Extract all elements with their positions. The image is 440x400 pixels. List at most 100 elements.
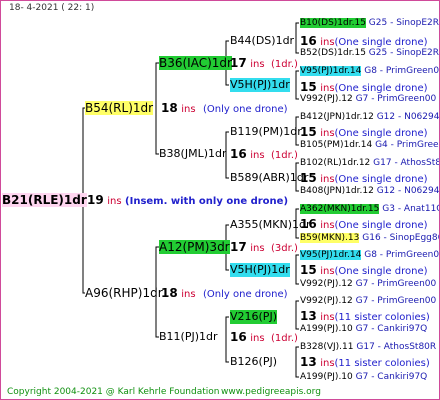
ins-count: 16	[230, 330, 247, 344]
ins-note: (One single drone)	[334, 266, 428, 277]
gen2-insemination: 17 ins (3dr.)	[230, 240, 298, 256]
root-ins-note: (Insem. with only one drone)	[125, 196, 289, 207]
gen4-queen[interactable]: A199(PJ).10 G7 - Cankiri97Q	[300, 370, 427, 384]
gen4-queen[interactable]: B412(JPN)1dr.12 G12 - N06294R	[300, 110, 440, 124]
gen4-lineage: G12 - N06294R	[376, 112, 440, 122]
gen2-insemination: 16 ins (1dr.)	[230, 330, 298, 346]
ins-note: (1dr.)	[271, 333, 298, 344]
footer-copyright: Copyright 2004-2021 @ Karl Kehrle Founda…	[7, 387, 220, 397]
gen3-queen[interactable]: A355(MKN)1dr	[230, 218, 311, 232]
footer-site-link[interactable]: www.pedigreeapis.org	[221, 387, 321, 397]
gen4-queen[interactable]: V992(PJ).12 G7 - PrimGreen00	[300, 294, 436, 308]
gen3-queen[interactable]: V216(PJ)	[230, 310, 277, 324]
gen4-lineage: G7 - PrimGreen00	[355, 279, 437, 289]
gen4-lineage: G16 - SinopEgg86R	[362, 233, 439, 243]
ins-note: (One single drone)	[334, 220, 428, 231]
sire-insemination: 18 ins (Only one drone)	[161, 101, 288, 117]
ins-count: 15	[300, 125, 317, 139]
ins-count: 18	[161, 286, 178, 300]
gen4-queen[interactable]: V992(PJ).12 G7 - PrimGreen00	[300, 277, 436, 291]
gen4-lineage: G25 - SinopE2R	[368, 18, 439, 28]
gen2-queen[interactable]: B11(PJ)1dr	[159, 330, 218, 344]
gen4-queen-name: B105(PM)1dr.14	[300, 140, 373, 150]
gen4-queen[interactable]: V992(PJ).12 G7 - PrimGreen00	[300, 92, 436, 106]
ins-label: ins	[250, 243, 265, 254]
gen4-queen-name: V95(PJ)1dr.14	[300, 250, 362, 260]
ins-count: 18	[161, 101, 178, 115]
gen4-queen[interactable]: A199(PJ).10 G7 - Cankiri97Q	[300, 322, 427, 336]
gen3-queen[interactable]: V5H(PJ)1dr	[230, 78, 290, 92]
gen2-queen[interactable]: B36(IAC)1dr	[159, 56, 232, 70]
gen2-queen[interactable]: B38(JML)1dr	[159, 147, 227, 161]
ins-note: (Only one drone)	[203, 289, 288, 300]
ins-count: 16	[230, 147, 247, 161]
gen4-lineage: G4 - PrimGreen00	[375, 140, 439, 150]
gen4-queen-name: B52(DS)1dr.15	[300, 48, 366, 58]
ins-label: ins	[250, 333, 265, 344]
gen4-lineage: G17 - AthosSt80R	[373, 158, 439, 168]
gen4-queen[interactable]: B10(DS)1dr.15 G25 - SinopE2R	[300, 16, 439, 30]
gen4-lineage: G8 - PrimGreen00	[364, 66, 440, 76]
gen3-insemination: 13 ins(11 sister colonies)	[300, 355, 430, 371]
ins-note: (Only one drone)	[203, 104, 288, 115]
gen3-queen[interactable]: B44(DS)1dr	[230, 34, 294, 48]
ins-count: 15	[300, 171, 317, 185]
ins-note: (11 sister colonies)	[334, 358, 430, 369]
gen4-lineage: G25 - SinopE2R	[368, 48, 439, 58]
gen4-lineage: G12 - N06294R	[376, 186, 440, 196]
gen4-queen[interactable]: B105(PM)1dr.14 G4 - PrimGreen00	[300, 138, 439, 152]
gen3-queen[interactable]: V5H(PJ)1dr	[230, 263, 290, 277]
gen2-queen[interactable]: A12(PM)3dr	[159, 240, 230, 254]
gen3-queen[interactable]: B589(ABR)1dr	[230, 171, 308, 185]
gen4-queen[interactable]: V95(PJ)1dr.14 G8 - PrimGreen00	[300, 64, 440, 78]
gen3-queen[interactable]: B119(PM)1dr	[230, 125, 302, 139]
dam-queen[interactable]: A96(RHP)1dr	[85, 286, 163, 300]
dam-insemination: 18 ins (Only one drone)	[161, 286, 288, 302]
ins-count: 16	[300, 217, 317, 231]
gen2-insemination: 17 ins (1dr.)	[230, 56, 298, 72]
ins-label: ins	[320, 358, 335, 369]
root-ins-label: ins	[107, 196, 122, 207]
gen4-lineage: G3 - Anat11Q	[382, 204, 440, 214]
gen4-queen-name: V992(PJ).12	[300, 296, 353, 306]
gen4-lineage: G8 - PrimGreen00	[364, 250, 440, 260]
gen4-queen-name: B10(DS)1dr.15	[300, 18, 366, 28]
gen3-queen[interactable]: B126(PJ)	[230, 355, 277, 369]
sire-queen[interactable]: B54(RL)1dr	[85, 101, 154, 115]
gen4-queen-name: V95(PJ)1dr.14	[300, 66, 362, 76]
ins-count: 13	[300, 355, 317, 369]
ins-label: ins	[181, 104, 196, 115]
gen4-lineage: G7 - Cankiri97Q	[355, 372, 428, 382]
ins-count: 13	[300, 309, 317, 323]
gen4-queen[interactable]: B59(MKN).13 G16 - SinopEgg86R	[300, 231, 439, 245]
ins-label: ins	[320, 220, 335, 231]
gen4-queen[interactable]: B52(DS)1dr.15 G25 - SinopE2R	[300, 46, 439, 60]
gen4-queen[interactable]: B408(JPN)1dr.12 G12 - N06294R	[300, 184, 440, 198]
ins-count: 15	[300, 263, 317, 277]
gen4-queen-name: A362(MKN)1dr.15	[300, 204, 380, 214]
ins-count: 17	[230, 56, 247, 70]
gen4-queen-name: B102(RL)1dr.12	[300, 158, 371, 168]
gen4-lineage: G7 - PrimGreen00	[355, 94, 437, 104]
ins-label: ins	[250, 59, 265, 70]
gen4-queen-name: B408(JPN)1dr.12	[300, 186, 374, 196]
ins-note: (1dr.)	[271, 59, 298, 70]
gen4-lineage: G7 - Cankiri97Q	[355, 324, 428, 334]
gen4-lineage: G17 - AthosSt80R	[356, 342, 437, 352]
pedigree-canvas: 18- 4-2021 ( 22: 1) B21(RLE)1dr 19 ins (…	[0, 0, 440, 400]
ins-note: (3dr.)	[271, 243, 298, 254]
gen4-queen[interactable]: A362(MKN)1dr.15 G3 - Anat11Q	[300, 202, 440, 216]
gen4-queen-name: V992(PJ).12	[300, 279, 353, 289]
gen4-queen[interactable]: V95(PJ)1dr.14 G8 - PrimGreen00	[300, 248, 440, 262]
gen4-queen-name: V992(PJ).12	[300, 94, 353, 104]
gen4-queen-name: A199(PJ).10	[300, 372, 353, 382]
ins-label: ins	[250, 150, 265, 161]
ins-note: (1dr.)	[271, 150, 298, 161]
gen4-queen[interactable]: B102(RL)1dr.12 G17 - AthosSt80R	[300, 156, 439, 170]
gen4-queen[interactable]: B328(VJ).11 G17 - AthosSt80R	[300, 340, 436, 354]
gen4-queen-name: B59(MKN).13	[300, 233, 360, 243]
gen2-insemination: 16 ins (1dr.)	[230, 147, 298, 163]
gen4-queen-name: B412(JPN)1dr.12	[300, 112, 374, 122]
root-queen[interactable]: B21(RLE)1dr	[2, 193, 87, 207]
ins-label: ins	[320, 266, 335, 277]
